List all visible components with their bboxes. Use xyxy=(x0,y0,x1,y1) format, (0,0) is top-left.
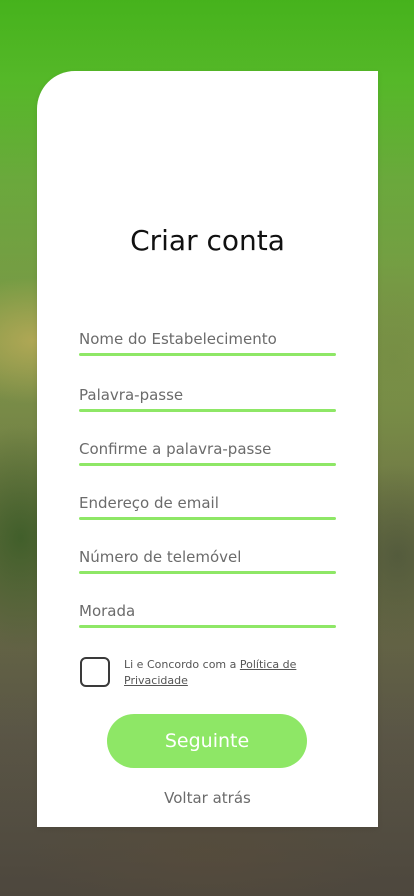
terms-prefix: Li e Concordo com a xyxy=(124,658,240,671)
terms-text: Li e Concordo com a Política de Privacid… xyxy=(124,657,339,689)
address-field[interactable]: Morada xyxy=(79,600,336,628)
confirm-password-field[interactable]: Confirme a palavra-passe xyxy=(79,438,336,466)
field-underline xyxy=(79,463,336,466)
confirm-password-placeholder: Confirme a palavra-passe xyxy=(79,440,272,458)
email-field[interactable]: Endereço de email xyxy=(79,492,336,520)
field-underline xyxy=(79,571,336,574)
establishment-name-field[interactable]: Nome do Estabelecimento xyxy=(79,328,336,356)
next-button[interactable]: Seguinte xyxy=(107,714,307,768)
password-placeholder: Palavra-passe xyxy=(79,386,184,404)
password-field[interactable]: Palavra-passe xyxy=(79,384,336,412)
address-placeholder: Morada xyxy=(79,602,136,620)
terms-agreement: Li e Concordo com a Política de Privacid… xyxy=(79,657,339,693)
field-underline xyxy=(79,517,336,520)
establishment-name-placeholder: Nome do Estabelecimento xyxy=(79,330,277,348)
back-link[interactable]: Voltar atrás xyxy=(37,789,378,807)
field-underline xyxy=(79,409,336,412)
signup-card: Criar conta Nome do Estabelecimento Pala… xyxy=(37,71,378,827)
terms-checkbox[interactable] xyxy=(80,657,110,687)
field-underline xyxy=(79,625,336,628)
phone-placeholder: Número de telemóvel xyxy=(79,548,242,566)
field-underline xyxy=(79,353,336,356)
page-title: Criar conta xyxy=(130,224,285,257)
email-placeholder: Endereço de email xyxy=(79,494,219,512)
phone-field[interactable]: Número de telemóvel xyxy=(79,546,336,574)
